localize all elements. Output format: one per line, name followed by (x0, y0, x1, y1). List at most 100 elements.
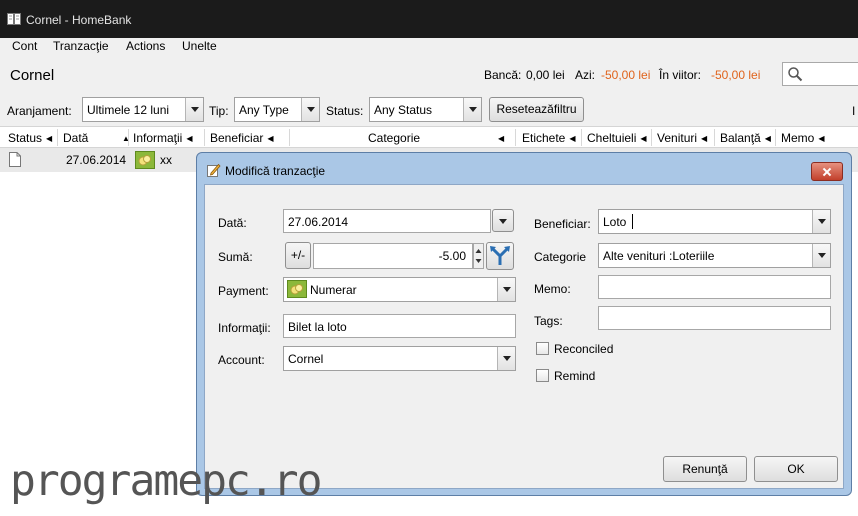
type-combo[interactable]: Any Type (234, 97, 320, 122)
sort-arrow-icon: ◀ (186, 134, 193, 143)
payment-label: Payment: (218, 284, 269, 298)
menu-cont[interactable]: Cont (12, 39, 37, 53)
date-field[interactable]: 27.06.2014 (283, 209, 491, 233)
close-icon[interactable] (811, 162, 843, 181)
menu-tranzactie[interactable]: Tranzacţie (53, 39, 109, 53)
account-combo[interactable]: Cornel (283, 346, 516, 371)
search-input[interactable] (782, 62, 858, 86)
amount-field[interactable]: -5.00 (313, 243, 473, 269)
text-cursor (632, 214, 633, 229)
payee-combo[interactable]: Loto (598, 209, 831, 234)
ok-button[interactable]: OK (754, 456, 838, 482)
split-button[interactable] (486, 242, 514, 270)
arrangement-label: Aranjament: (7, 104, 72, 118)
payment-value: Numerar (310, 283, 357, 297)
memo-field[interactable] (598, 275, 831, 299)
status-label: Status: (326, 104, 364, 118)
row-date: 27.06.2014 (66, 153, 127, 167)
transaction-list-header: Status ◀ Dată ▲ Informaţii ◀ Beneficiar ◀ C… (0, 126, 858, 148)
bank-balance-value: 0,00 lei (526, 68, 565, 82)
split-arrows-icon (490, 246, 510, 265)
info-value: Bilet la loto (288, 320, 347, 334)
chevron-down-icon[interactable] (463, 98, 481, 121)
category-label: Categorie (534, 250, 587, 264)
account-value: Cornel (288, 352, 324, 366)
bank-balance-label: Bancă: (484, 68, 522, 82)
chevron-down-icon[interactable] (185, 98, 203, 121)
account-label: Account: (218, 353, 265, 367)
remind-checkbox[interactable] (536, 369, 549, 382)
spinner-arrows-icon (475, 249, 482, 263)
info-label: Informaţii: (218, 321, 271, 335)
column-balance[interactable]: Balanţă ◀ (720, 131, 771, 145)
arrangement-combo[interactable]: Ultimele 12 luni (82, 97, 204, 122)
sort-arrow-icon: ◀ (267, 134, 274, 143)
payee-label: Beneficiar: (534, 217, 591, 231)
toolbar-edge-mark: I (852, 104, 856, 118)
row-info: xx (160, 153, 172, 167)
payment-combo[interactable]: Numerar (283, 277, 516, 302)
homebank-book-icon (7, 13, 21, 25)
reconciled-checkbox[interactable] (536, 342, 549, 355)
menu-actions[interactable]: Actions (126, 39, 165, 53)
tags-label: Tags: (534, 314, 563, 328)
reconciled-label[interactable]: Reconciled (554, 342, 613, 356)
future-balance-label: În viitor: (659, 68, 702, 82)
column-date[interactable]: Dată (63, 131, 88, 145)
edit-pencil-icon (207, 163, 221, 177)
column-memo[interactable]: Memo ◀ (781, 131, 825, 145)
date-picker-button[interactable] (492, 209, 514, 232)
document-icon (9, 152, 21, 167)
chevron-down-icon[interactable] (301, 98, 319, 121)
category-combo[interactable]: Alte venituri :Loteriile (598, 243, 831, 268)
filter-bar: Aranjament: Ultimele 12 luni Tip: Any Ty… (0, 94, 858, 126)
chevron-down-icon[interactable] (812, 210, 830, 233)
column-info[interactable]: Informaţii ◀ (133, 131, 193, 145)
sort-arrow-icon: ◀ (818, 134, 825, 143)
arrangement-value: Ultimele 12 luni (87, 103, 170, 117)
future-balance-value: -50,00 lei (711, 68, 761, 82)
menu-bar: Cont Tranzacţie Actions Unelte (0, 38, 858, 58)
sort-arrow-icon: ◀ (701, 134, 708, 143)
chevron-down-icon[interactable] (812, 244, 830, 267)
reset-filter-button[interactable]: Reseteazăfiltru (489, 97, 584, 122)
status-combo[interactable]: Any Status (369, 97, 482, 122)
sort-arrow-icon: ◀ (569, 134, 576, 143)
chevron-down-icon[interactable] (497, 278, 515, 301)
info-field[interactable]: Bilet la loto (283, 314, 516, 338)
amount-label: Sumă: (218, 250, 253, 264)
column-tags[interactable]: Etichete ◀ (522, 131, 576, 145)
today-balance-value: -50,00 lei (601, 68, 651, 82)
status-value: Any Status (374, 103, 433, 117)
sort-arrow-icon: ◀ (46, 134, 53, 143)
cancel-button[interactable]: Renunţă (663, 456, 747, 482)
menu-unelte[interactable]: Unelte (182, 39, 217, 53)
column-expenses[interactable]: Cheltuieli ◀ (587, 131, 647, 145)
category-value: Alte venituri :Loteriile (603, 249, 715, 263)
column-payee[interactable]: Beneficiar ◀ (210, 131, 274, 145)
amount-value: -5.00 (438, 249, 466, 263)
window-titlebar: Cornel - HomeBank (0, 0, 858, 38)
column-income[interactable]: Venituri ◀ (657, 131, 707, 145)
search-icon (788, 67, 803, 82)
sign-toggle-button[interactable]: +/- (285, 242, 311, 269)
account-header: Cornel Bancă: 0,00 lei Azi: -50,00 lei Î… (0, 58, 858, 94)
dialog-title: Modifică tranzacţie (225, 164, 326, 178)
date-label: Dată: (218, 216, 247, 230)
tags-field[interactable] (598, 306, 831, 330)
amount-spinner[interactable] (473, 243, 484, 269)
payee-value: Loto (603, 215, 627, 229)
sort-arrow-icon: ◀ (640, 134, 647, 143)
cash-icon (287, 280, 307, 298)
memo-label: Memo: (534, 282, 571, 296)
type-value: Any Type (239, 103, 289, 117)
chevron-down-icon[interactable] (497, 347, 515, 370)
remind-label[interactable]: Remind (554, 369, 595, 383)
category-sort-icon: ◀ (498, 134, 505, 143)
column-category[interactable]: Categorie (368, 131, 420, 145)
today-balance-label: Azi: (575, 68, 596, 82)
account-name: Cornel (10, 67, 55, 84)
type-label: Tip: (209, 104, 229, 118)
column-status[interactable]: Status ◀ (8, 131, 52, 145)
cash-icon (135, 151, 155, 169)
